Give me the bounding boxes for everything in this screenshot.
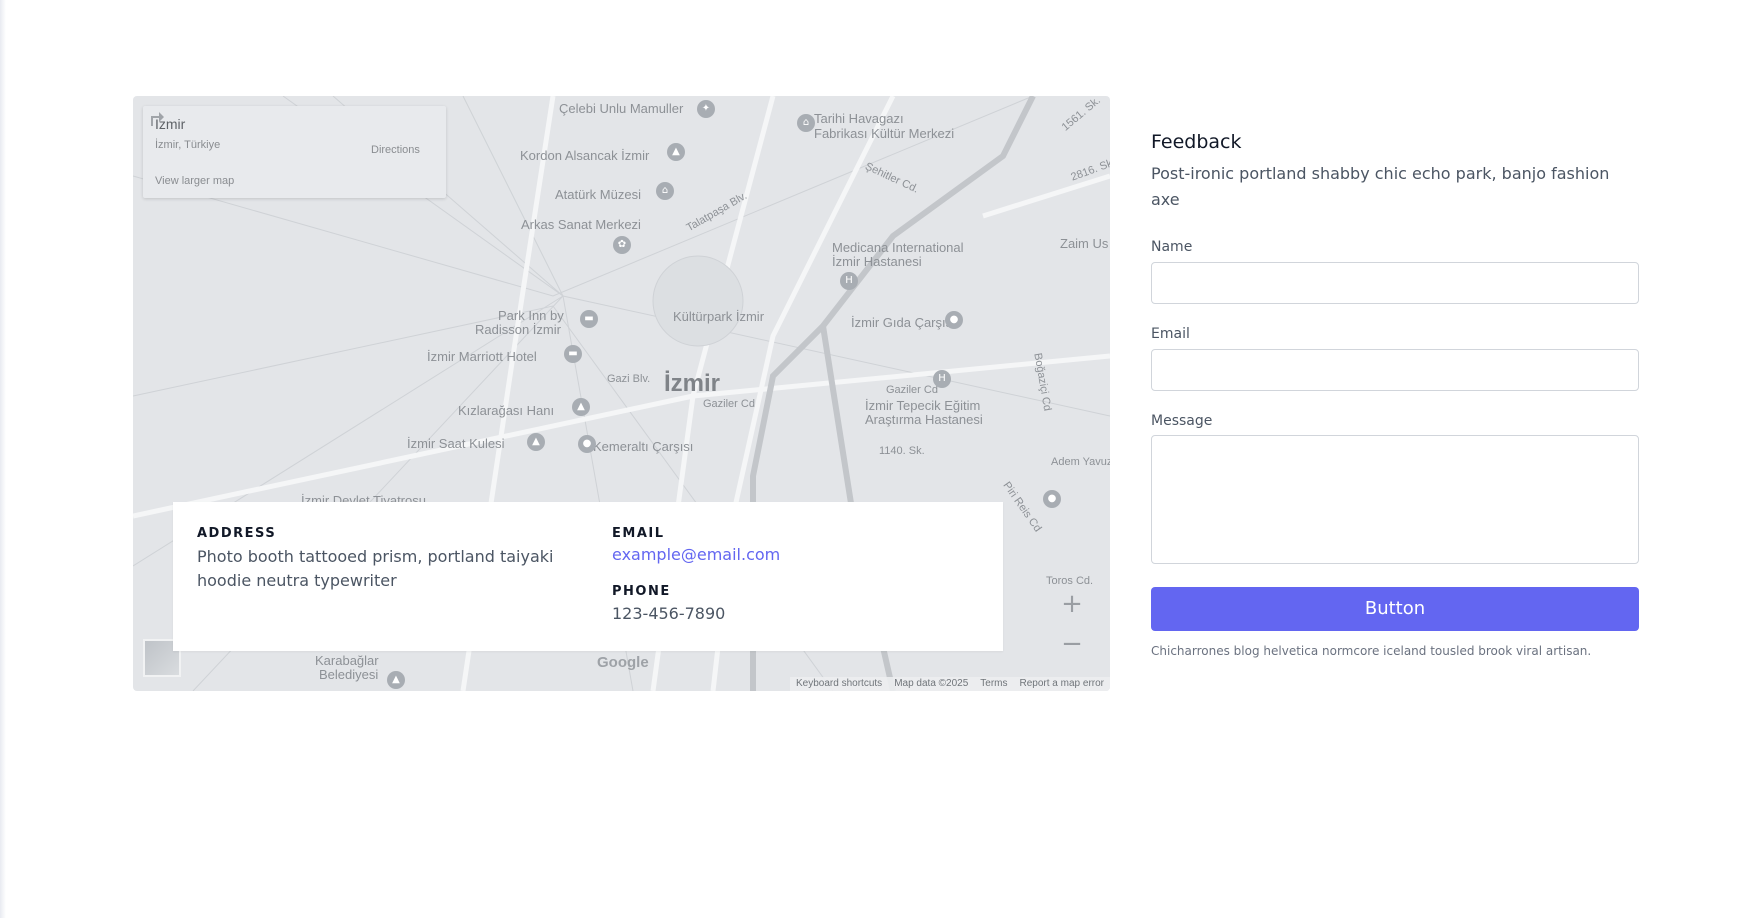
map-label-belediye: Belediyesi — [319, 667, 379, 682]
view-larger-map-link[interactable]: View larger map — [155, 175, 234, 187]
poi-hospital-icon[interactable]: H — [933, 370, 951, 388]
poi-museum-icon[interactable]: ⌂ — [656, 182, 674, 200]
place-region: İzmir, Türkiye — [155, 139, 221, 151]
page-edge-shadow — [0, 0, 6, 918]
poi-art-icon[interactable]: ✿ — [613, 236, 631, 254]
phone-text: 123-456-7890 — [612, 604, 726, 623]
poi-shopping-icon[interactable]: ● — [578, 435, 596, 453]
email-heading: EMAIL — [612, 526, 665, 541]
map-label-kizlaragasi: Kızlarağası Hanı — [458, 403, 555, 418]
map-label-gazi: Gazi Blv. — [607, 373, 651, 385]
map-label-adem: Adem Yavuz — [1051, 456, 1110, 468]
feedback-note: Chicharrones blog helvetica normcore ice… — [1151, 644, 1592, 658]
address-heading: ADDRESS — [197, 526, 277, 541]
map-label-medicana: Medicana International — [832, 240, 964, 255]
map-label-gaziler-2: Gaziler Cd — [886, 384, 938, 396]
map-label-medicana-2: İzmir Hastanesi — [832, 254, 922, 269]
poi-landmark-icon[interactable]: ▲ — [527, 433, 545, 451]
email-label: Email — [1151, 326, 1190, 342]
terms-link[interactable]: Terms — [980, 677, 1007, 691]
map-label-saat-kulesi: İzmir Saat Kulesi — [407, 436, 505, 451]
map-label-marriott: İzmir Marriott Hotel — [427, 349, 537, 364]
map-label-tepecik-2: Araştırma Hastanesi — [865, 412, 983, 427]
map-label-1140: 1140. Sk. — [879, 445, 925, 457]
map-label-parkinn: Park Inn by — [498, 308, 564, 323]
map-label-kulturpark: Kültürpark İzmir — [673, 309, 765, 324]
map-label-kemeralti: Kemeraltı Çarşısı — [593, 439, 694, 454]
map-label-tepecik: İzmir Tepecik Eğitim — [865, 398, 981, 413]
map-label-ataturk: Atatürk Müzesi — [555, 187, 641, 202]
keyboard-shortcuts-link[interactable]: Keyboard shortcuts — [796, 677, 882, 691]
poi-landmark-icon[interactable]: ▲ — [667, 143, 685, 161]
map-label-gida: İzmir Gıda Çarşısı — [851, 315, 956, 330]
poi-hotel-icon[interactable]: ▬ — [564, 345, 582, 363]
poi-shopping-icon[interactable]: ● — [1043, 490, 1061, 508]
map-label-kordon: Kordon Alsancak İzmir — [520, 148, 650, 163]
poi-hospital-icon[interactable]: H — [840, 272, 858, 290]
poi-museum-icon[interactable]: ⌂ — [797, 114, 815, 132]
email-link[interactable]: example@email.com — [612, 543, 780, 567]
submit-button[interactable]: Button — [1151, 587, 1639, 631]
message-label: Message — [1151, 413, 1213, 429]
map-label-fabrika: Fabrikası Kültür Merkezi — [814, 126, 955, 141]
name-input[interactable] — [1151, 262, 1639, 304]
map-label-celebi: Çelebi Unlu Mamuller — [559, 101, 684, 116]
name-label: Name — [1151, 239, 1193, 255]
poi-shopping-icon[interactable]: ● — [945, 311, 963, 329]
map-label-gaziler: Gaziler Cd — [703, 398, 755, 410]
phone-heading: PHONE — [612, 584, 671, 599]
directions-link[interactable]: Directions — [371, 144, 420, 156]
report-map-error-link[interactable]: Report a map error — [1020, 677, 1104, 691]
poi-hotel-icon[interactable]: ▬ — [580, 310, 598, 328]
feedback-title: Feedback — [1151, 131, 1242, 153]
map-label-karabaglar: Karabağlar — [315, 653, 379, 668]
map-label-zaim: Zaim Us — [1060, 236, 1109, 251]
address-text: Photo booth tattooed prism, portland tai… — [197, 547, 554, 590]
map-label-toros: Toros Cd. — [1046, 575, 1094, 587]
email-input[interactable] — [1151, 349, 1639, 391]
map-label-arkas: Arkas Sanat Merkezi — [521, 217, 641, 232]
poi-landmark-icon[interactable]: ▲ — [387, 671, 405, 689]
poi-restaurant-icon[interactable]: ✦ — [697, 100, 715, 118]
feedback-description: Post-ironic portland shabby chic echo pa… — [1151, 164, 1610, 209]
zoom-out-button[interactable]: − — [1057, 629, 1087, 659]
map-attribution: Keyboard shortcuts Map data ©2025 Terms … — [790, 677, 1110, 691]
directions-icon[interactable] — [143, 106, 165, 128]
map-label-radisson: Radisson İzmir — [475, 322, 561, 337]
contact-info-card: ADDRESS Photo booth tattooed prism, port… — [173, 502, 1003, 651]
place-card: İzmir İzmir, Türkiye View larger map Dir… — [143, 106, 446, 198]
map-label-havagazi: Tarihi Havagazı — [814, 111, 904, 126]
map-label-city: İzmir — [664, 370, 721, 397]
zoom-in-button[interactable]: + — [1057, 589, 1087, 619]
google-logo: Google — [597, 654, 649, 671]
map-data-text: Map data ©2025 — [894, 678, 969, 689]
poi-landmark-icon[interactable]: ▲ — [572, 398, 590, 416]
message-textarea[interactable] — [1151, 435, 1639, 564]
